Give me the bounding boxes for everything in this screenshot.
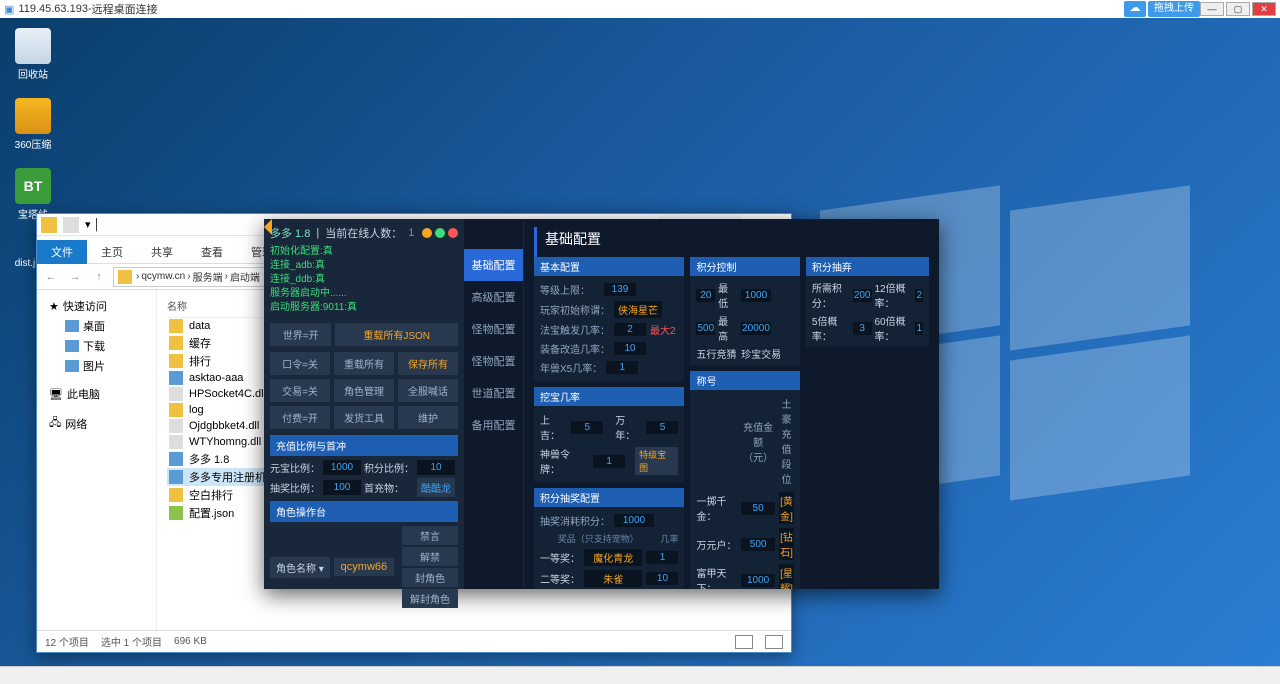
reload-json-button[interactable]: 重载所有JSON bbox=[335, 323, 458, 346]
ratio-header: 充值比例与首冲 bbox=[270, 435, 458, 456]
config-sidebar: 基础配置 高级配置 怪物配置 怪物配置 世道配置 备用配置 bbox=[464, 219, 524, 589]
file-icon bbox=[169, 419, 183, 433]
remote-desktop-titlebar: ▣ 119.45.63.193 - 远程桌面连接 ☁ 拖拽上传 — ▢ ✕ bbox=[0, 0, 1280, 18]
file-icon bbox=[169, 488, 183, 502]
close-button[interactable]: ✕ bbox=[1252, 2, 1276, 16]
file-icon bbox=[169, 387, 183, 401]
save-all-button[interactable]: 保存所有 bbox=[398, 352, 458, 375]
sidebar-downloads[interactable]: 下载 bbox=[41, 336, 152, 356]
view-icons-button[interactable] bbox=[765, 635, 783, 649]
pay-toggle[interactable]: 付费=开 bbox=[270, 406, 330, 429]
sidebar-thispc[interactable]: 🖥此电脑 bbox=[41, 384, 152, 404]
sidebar-advanced[interactable]: 高级配置 bbox=[464, 281, 523, 313]
page-title: 基础配置 bbox=[534, 227, 929, 257]
file-icon bbox=[169, 452, 183, 466]
unseal-button[interactable]: 解封角色 bbox=[402, 589, 458, 608]
tab-home[interactable]: 主页 bbox=[87, 240, 137, 264]
file-icon bbox=[169, 470, 183, 484]
upload-button[interactable]: 拖拽上传 bbox=[1148, 1, 1200, 17]
nav-up-button[interactable]: ↑ bbox=[89, 267, 109, 287]
world-toggle[interactable]: 世界=开 bbox=[270, 323, 331, 346]
app-icon bbox=[63, 217, 79, 233]
360zip-icon[interactable]: 360压缩 bbox=[8, 98, 58, 151]
file-icon bbox=[169, 319, 183, 333]
scrollbar[interactable] bbox=[0, 666, 1280, 684]
seal-button[interactable]: 封角色 bbox=[402, 568, 458, 587]
sidebar-desktop[interactable]: 桌面 bbox=[41, 316, 152, 336]
online-count: 1 bbox=[408, 227, 414, 239]
file-icon bbox=[169, 336, 183, 350]
file-icon bbox=[169, 435, 183, 449]
app-title: 多多 1.8 bbox=[270, 225, 310, 241]
cloud-icon[interactable]: ☁ bbox=[1124, 1, 1146, 17]
view-details-button[interactable] bbox=[735, 635, 753, 649]
status-bar: 12 个项目 选中 1 个项目 696 KB bbox=[37, 630, 791, 652]
remote-desktop: 回收站 360压缩 BT宝塔线 dist.j ▾ │ 应用程序工具 启动端 文件… bbox=[0, 18, 1280, 666]
sidebar-monster1[interactable]: 怪物配置 bbox=[464, 313, 523, 345]
folder-icon bbox=[41, 217, 57, 233]
tab-view[interactable]: 查看 bbox=[187, 240, 237, 264]
unban-button[interactable]: 解禁 bbox=[402, 547, 458, 566]
role-mgr-button[interactable]: 角色管理 bbox=[334, 379, 394, 402]
file-icon bbox=[169, 354, 183, 368]
explorer-sidebar: ★快速访问 桌面 下载 图片 🖥此电脑 🖧网络 bbox=[37, 290, 157, 630]
role-select[interactable]: 角色名称 ▾ bbox=[270, 557, 330, 578]
nav-back-button[interactable]: ← bbox=[41, 267, 61, 287]
reload-all-button[interactable]: 重载所有 bbox=[334, 352, 394, 375]
close-icon[interactable] bbox=[448, 228, 458, 238]
tab-file[interactable]: 文件 bbox=[37, 240, 87, 264]
min-icon[interactable] bbox=[422, 228, 432, 238]
ship-button[interactable]: 发货工具 bbox=[334, 406, 394, 429]
sidebar-monster2[interactable]: 怪物配置 bbox=[464, 345, 523, 377]
kouling-toggle[interactable]: 口令=关 bbox=[270, 352, 330, 375]
config-app: 多多 1.8 | 当前在线人数： 1 初始化配置:真连接_adb:真连接_ddb… bbox=[264, 219, 939, 589]
sidebar-backup[interactable]: 备用配置 bbox=[464, 409, 523, 441]
recycle-bin-icon[interactable]: 回收站 bbox=[8, 28, 58, 81]
file-icon bbox=[169, 403, 183, 417]
maint-button[interactable]: 维护 bbox=[398, 406, 458, 429]
minimize-button[interactable]: — bbox=[1200, 2, 1224, 16]
trade-toggle[interactable]: 交易=关 bbox=[270, 379, 330, 402]
rdp-icon: ▣ bbox=[4, 3, 14, 16]
title-suffix: 远程桌面连接 bbox=[92, 1, 158, 17]
tab-share[interactable]: 共享 bbox=[137, 240, 187, 264]
max-icon[interactable] bbox=[435, 228, 445, 238]
role-name[interactable]: qcymw66 bbox=[334, 558, 394, 576]
role-header: 角色操作台 bbox=[270, 501, 458, 522]
sidebar-quickaccess[interactable]: ★快速访问 bbox=[41, 296, 152, 316]
sidebar-pictures[interactable]: 图片 bbox=[41, 356, 152, 376]
title-ip: 119.45.63.193 bbox=[18, 3, 88, 15]
sidebar-basic[interactable]: 基础配置 bbox=[464, 249, 523, 281]
sidebar-world[interactable]: 世道配置 bbox=[464, 377, 523, 409]
file-icon bbox=[169, 371, 183, 385]
ban-button[interactable]: 禁言 bbox=[402, 526, 458, 545]
sidebar-network[interactable]: 🖧网络 bbox=[41, 412, 152, 435]
shout-button[interactable]: 全服喊话 bbox=[398, 379, 458, 402]
log-output: 初始化配置:真连接_adb:真连接_ddb:真服务器启动中......启动服务器… bbox=[270, 245, 458, 315]
nav-fwd-button[interactable]: → bbox=[65, 267, 85, 287]
file-icon bbox=[169, 506, 183, 520]
maximize-button[interactable]: ▢ bbox=[1226, 2, 1250, 16]
